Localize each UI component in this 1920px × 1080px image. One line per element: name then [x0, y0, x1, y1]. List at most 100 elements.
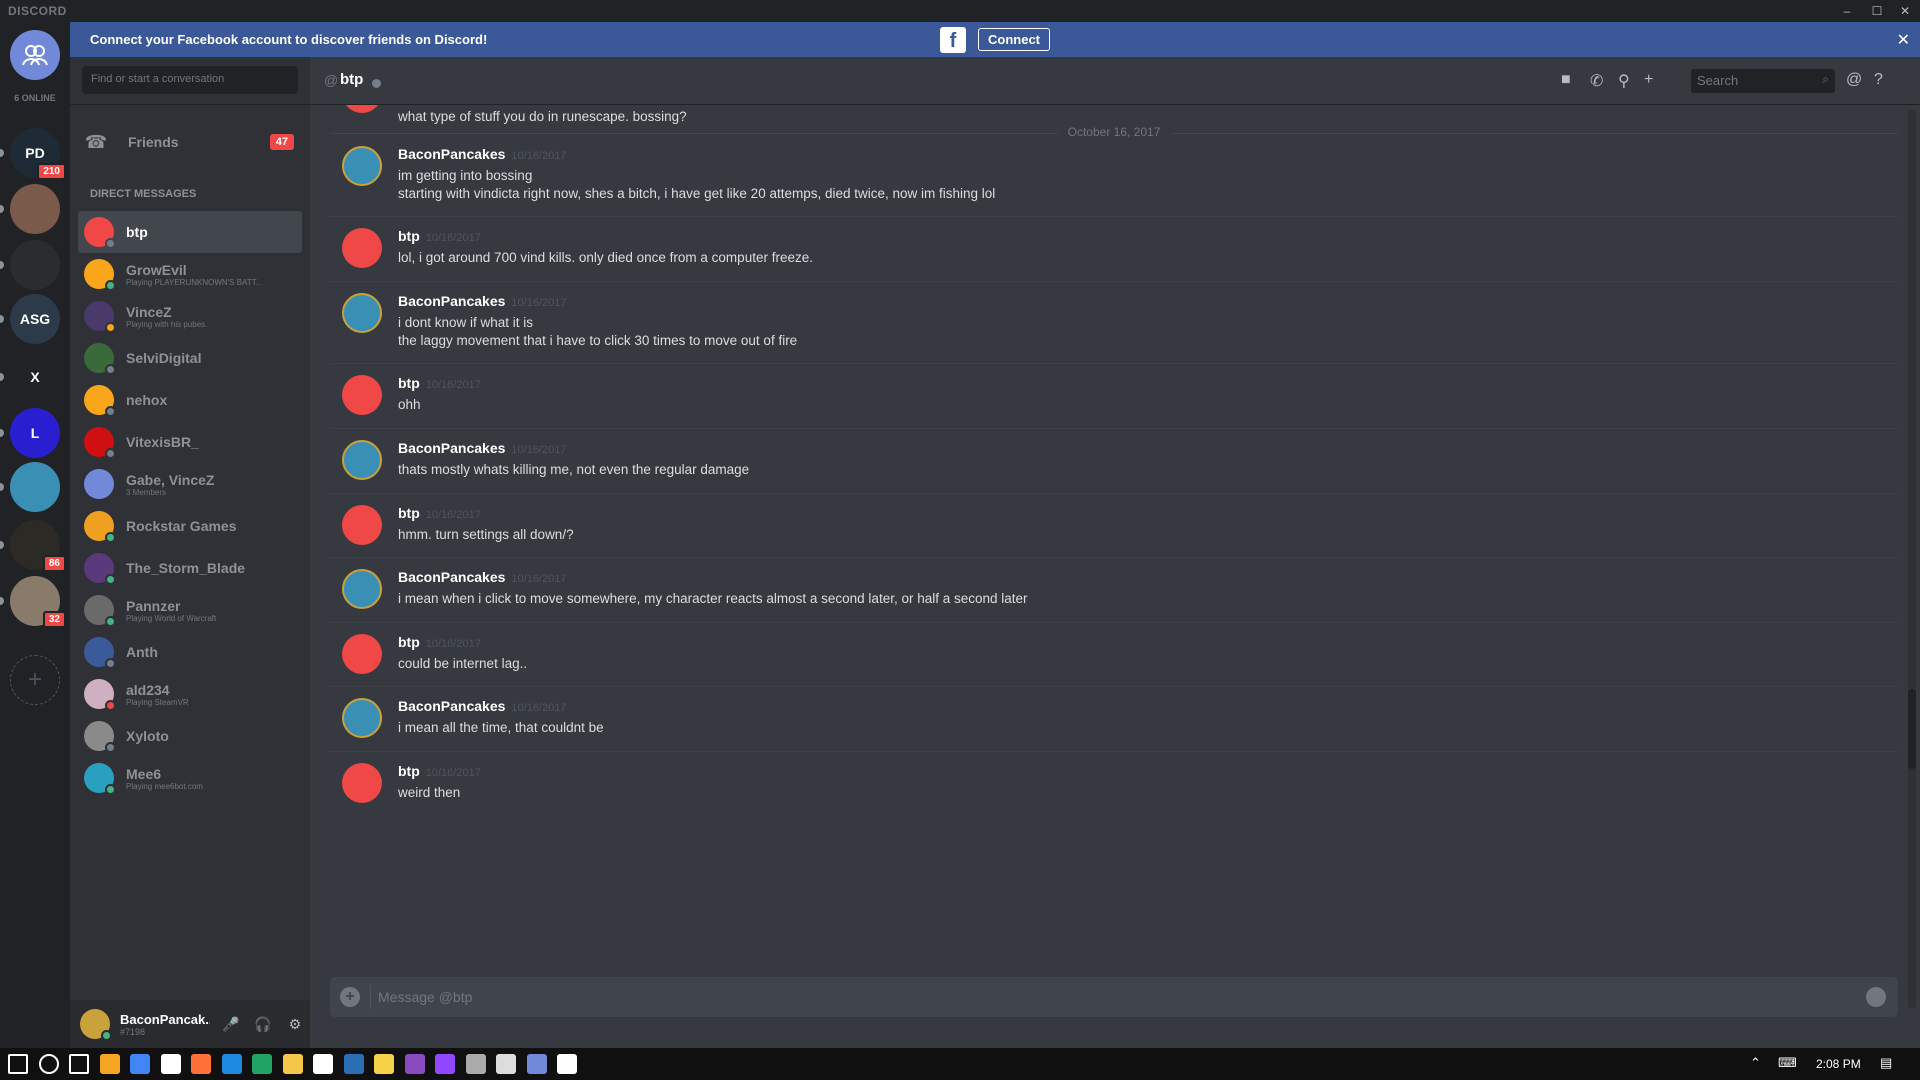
- server-icon[interactable]: [10, 462, 60, 512]
- search-input[interactable]: Search ⌕: [1691, 69, 1835, 93]
- avatar[interactable]: [342, 440, 382, 480]
- avatar[interactable]: [342, 228, 382, 268]
- close-window-button[interactable]: ✕: [1888, 0, 1920, 22]
- explorer-icon[interactable]: [282, 1054, 303, 1074]
- friends-nav-item[interactable]: ☎ Friends 47: [78, 126, 302, 158]
- message-author[interactable]: BaconPancakes: [398, 569, 505, 585]
- server-icon[interactable]: X: [10, 352, 60, 402]
- pin-icon[interactable]: ⚲: [1618, 71, 1630, 91]
- message-author[interactable]: BaconPancakes: [398, 146, 505, 162]
- store-icon[interactable]: [160, 1054, 181, 1074]
- dm-name: nehox: [126, 392, 168, 408]
- server-icon[interactable]: 86: [10, 520, 66, 572]
- dm-item[interactable]: Xyloto: [78, 715, 302, 757]
- message-author[interactable]: btp: [398, 634, 420, 650]
- plex-icon[interactable]: [99, 1054, 120, 1074]
- dm-item[interactable]: Mee6 Playing mee6bot.com: [78, 757, 302, 799]
- avatar[interactable]: [342, 375, 382, 415]
- add-server-button[interactable]: +: [10, 655, 60, 705]
- dm-item[interactable]: Anth: [78, 631, 302, 673]
- dm-item[interactable]: ald234 Playing SteamVR: [78, 673, 302, 715]
- server-icon[interactable]: 32: [10, 576, 66, 628]
- video-call-icon[interactable]: ■: [1561, 71, 1571, 89]
- server-icon[interactable]: L: [10, 408, 60, 458]
- close-banner-icon[interactable]: ✕: [1897, 30, 1910, 50]
- dm-item[interactable]: SelviDigital: [78, 337, 302, 379]
- dm-item[interactable]: VinceZ Playing with his pubes.: [78, 295, 302, 337]
- message-author[interactable]: btp: [398, 763, 420, 779]
- message-author[interactable]: BaconPancakes: [398, 293, 505, 309]
- sticky-notes-icon[interactable]: [374, 1054, 394, 1074]
- dm-item[interactable]: VitexisBR_: [78, 421, 302, 463]
- server-icon[interactable]: [10, 184, 60, 234]
- dm-item[interactable]: Gabe, VinceZ 3 Members: [78, 463, 302, 505]
- server-icon[interactable]: PD 210: [10, 128, 66, 180]
- network-icon[interactable]: [465, 1054, 486, 1074]
- message-list[interactable]: what type of stuff you do in runescape. …: [310, 105, 1904, 1015]
- avatar[interactable]: [342, 763, 382, 803]
- find-conversation-input[interactable]: Find or start a conversation: [82, 66, 298, 94]
- help-icon[interactable]: ?: [1874, 71, 1883, 89]
- message-author[interactable]: btp: [398, 375, 420, 391]
- notifications-icon[interactable]: ▤: [1880, 1055, 1892, 1071]
- steam-icon[interactable]: [343, 1054, 364, 1074]
- scrollbar[interactable]: [1908, 109, 1916, 1009]
- unread-indicator: [0, 261, 4, 269]
- twitch-icon[interactable]: [435, 1054, 455, 1074]
- excel-icon[interactable]: [252, 1054, 272, 1074]
- chevron-up-icon[interactable]: ⌃: [1750, 1055, 1761, 1071]
- avatar[interactable]: [342, 146, 382, 186]
- message-author[interactable]: btp: [398, 505, 420, 521]
- upload-icon[interactable]: +: [340, 987, 360, 1007]
- mention-icon[interactable]: @: [1846, 71, 1862, 89]
- task-view-icon[interactable]: [69, 1054, 89, 1074]
- server-icon[interactable]: ASG: [10, 294, 60, 344]
- obs-icon[interactable]: [404, 1054, 425, 1074]
- avatar[interactable]: [342, 105, 382, 113]
- discord-icon[interactable]: [526, 1054, 547, 1074]
- chrome-icon[interactable]: [130, 1054, 150, 1074]
- avatar[interactable]: [342, 293, 382, 333]
- firefox-alt-icon[interactable]: [191, 1054, 211, 1074]
- avatar[interactable]: [342, 505, 382, 545]
- avatar[interactable]: [342, 569, 382, 609]
- dm-item[interactable]: GrowEvil Playing PLAYERUNKNOWN'S BATT...: [78, 253, 302, 295]
- cortana-icon[interactable]: [38, 1054, 59, 1074]
- notepad-icon[interactable]: [313, 1054, 333, 1074]
- start-icon[interactable]: [8, 1054, 28, 1074]
- status-indicator: [105, 616, 116, 627]
- voice-call-icon[interactable]: ✆: [1590, 71, 1603, 91]
- clock-app-icon[interactable]: [496, 1054, 516, 1074]
- message-input[interactable]: [378, 987, 1828, 1007]
- user-tag: #7198: [120, 1026, 146, 1037]
- dm-item[interactable]: Rockstar Games: [78, 505, 302, 547]
- scrollbar-thumb[interactable]: [1908, 689, 1916, 769]
- emoji-icon[interactable]: [1866, 987, 1886, 1007]
- dm-item[interactable]: Pannzer Playing World of Warcraft: [78, 589, 302, 631]
- message-author[interactable]: BaconPancakes: [398, 698, 505, 714]
- dm-item[interactable]: nehox: [78, 379, 302, 421]
- message-author[interactable]: BaconPancakes: [398, 440, 505, 456]
- edge-icon[interactable]: [221, 1054, 242, 1074]
- home-button[interactable]: [10, 30, 60, 80]
- photos-icon[interactable]: [557, 1054, 577, 1074]
- dm-name: Mee6: [126, 765, 162, 782]
- chat-header: @ btp ■ ✆ ⚲ + Search ⌕ @ ?: [310, 57, 1920, 105]
- avatar: [84, 595, 116, 627]
- keyboard-icon[interactable]: ⌨: [1778, 1055, 1797, 1071]
- mic-icon[interactable]: 🎤: [220, 1016, 242, 1033]
- minimize-button[interactable]: –: [1830, 0, 1864, 22]
- avatar[interactable]: [342, 698, 382, 738]
- clock[interactable]: 2:08 PM: [1816, 1057, 1861, 1071]
- headset-icon[interactable]: 🎧: [252, 1016, 274, 1033]
- status-indicator: [105, 658, 116, 669]
- add-friend-icon[interactable]: +: [1644, 71, 1653, 89]
- avatar[interactable]: [342, 634, 382, 674]
- server-icon[interactable]: [10, 240, 60, 290]
- dm-item[interactable]: btp: [78, 211, 302, 253]
- avatar: [84, 763, 116, 795]
- avatar[interactable]: [80, 1009, 112, 1041]
- settings-icon[interactable]: ⚙: [284, 1016, 306, 1033]
- dm-item[interactable]: The_Storm_Blade: [78, 547, 302, 589]
- message-author[interactable]: btp: [398, 228, 420, 244]
